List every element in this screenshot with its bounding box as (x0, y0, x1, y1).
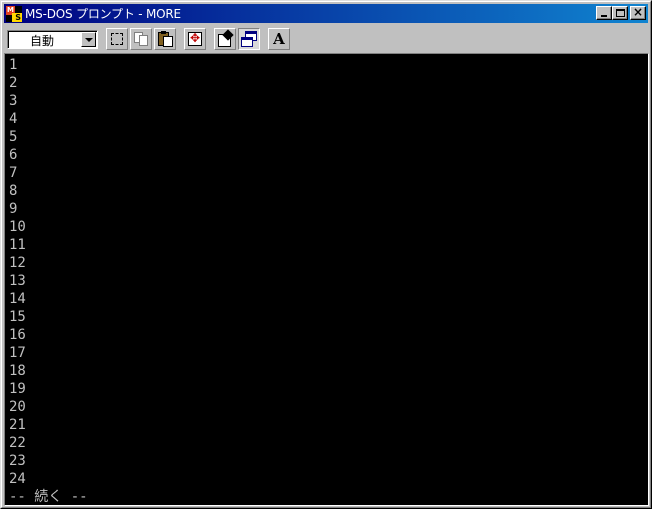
paste-icon (163, 36, 173, 47)
minimize-icon (601, 15, 607, 17)
toolbar: 自動 ✥ A (4, 25, 648, 53)
console-line: 1 (9, 57, 18, 73)
console-line: 24 (9, 471, 26, 487)
console-line: 13 (9, 273, 26, 289)
full-screen-button[interactable]: ✥ (184, 28, 206, 50)
console-line: 6 (9, 147, 18, 163)
console-line: 21 (9, 417, 26, 433)
console-frame: 1 2 3 4 5 6 7 8 9 10 11 12 13 14 15 16 1… (4, 53, 649, 506)
paste-button[interactable] (154, 28, 176, 50)
dropdown-arrow-icon[interactable] (81, 31, 96, 47)
msdos-prompt-window: MS MS-DOS プロンプト - MORE × 自動 ✥ A 1 2 3 4 … (0, 0, 652, 509)
console-line: 19 (9, 381, 26, 397)
copy-button[interactable] (130, 28, 152, 50)
console-line: 2 (9, 75, 18, 91)
console-line: 8 (9, 183, 18, 199)
console-line: 14 (9, 291, 26, 307)
more-prompt: -- 続く -- (9, 489, 88, 505)
console-line: 11 (9, 237, 26, 253)
console-line: 16 (9, 327, 26, 343)
font-button[interactable]: A (268, 28, 290, 50)
console-line: 4 (9, 111, 18, 127)
full-screen-icon: ✥ (189, 31, 201, 45)
maximize-icon (616, 9, 625, 17)
maximize-button[interactable] (612, 6, 628, 20)
console-output[interactable]: 1 2 3 4 5 6 7 8 9 10 11 12 13 14 15 16 1… (5, 54, 648, 505)
msdos-app-icon[interactable]: MS (6, 5, 22, 22)
minimize-button[interactable] (596, 6, 612, 20)
console-line: 12 (9, 255, 26, 271)
title-bar[interactable]: MS MS-DOS プロンプト - MORE × (4, 4, 648, 23)
close-button[interactable]: × (630, 5, 646, 20)
console-line: 10 (9, 219, 26, 235)
font-size-value: 自動 (30, 33, 55, 48)
mark-icon (111, 33, 123, 45)
title-bar-buttons: × (596, 5, 646, 20)
background-button[interactable] (238, 28, 260, 50)
console-line: 7 (9, 165, 18, 181)
copy-icon (139, 35, 148, 46)
console-line: 5 (9, 129, 18, 145)
console-line: 20 (9, 399, 26, 415)
console-line: 18 (9, 363, 26, 379)
console-line: 9 (9, 201, 18, 217)
console-line: 22 (9, 435, 26, 451)
console-line: 15 (9, 309, 26, 325)
background-icon (241, 37, 253, 47)
properties-button[interactable] (214, 28, 236, 50)
mark-button[interactable] (106, 28, 128, 50)
window-title: MS-DOS プロンプト - MORE (25, 7, 181, 21)
font-icon: A (273, 30, 285, 48)
font-size-select[interactable]: 自動 (7, 29, 98, 49)
console-line: 3 (9, 93, 18, 109)
console-line: 17 (9, 345, 26, 361)
console-line: 23 (9, 453, 26, 469)
close-icon: × (632, 5, 644, 19)
window-frame: MS MS-DOS プロンプト - MORE × 自動 ✥ A 1 2 3 4 … (1, 1, 651, 508)
